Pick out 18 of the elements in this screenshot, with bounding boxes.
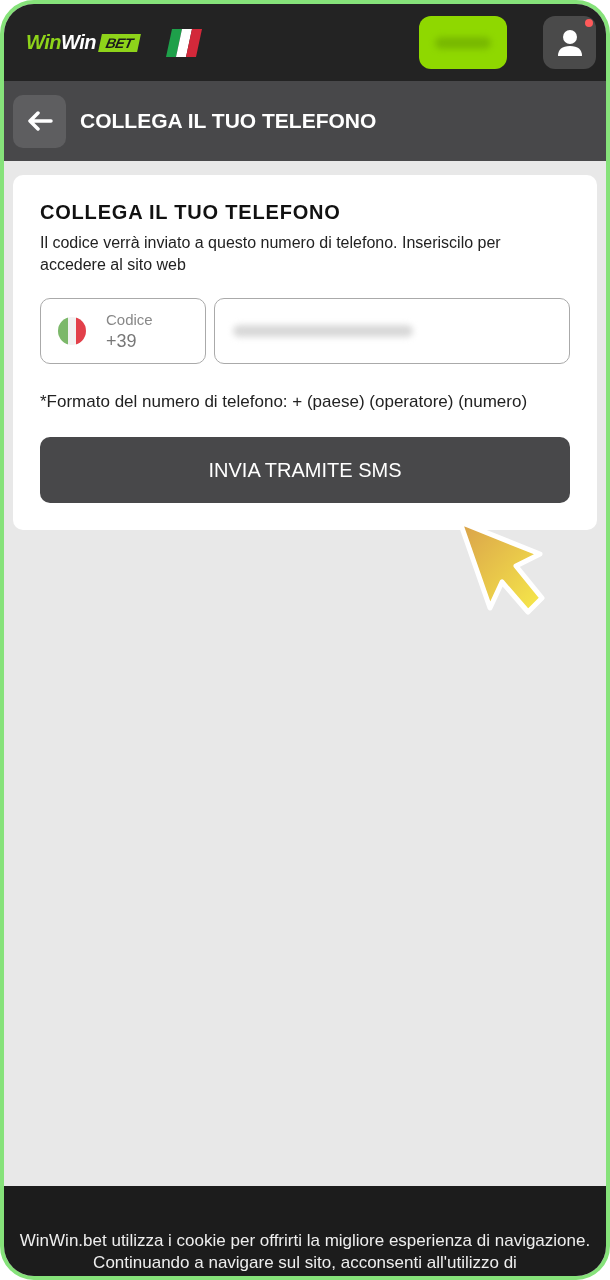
country-code-field[interactable]: Codice +39 [40, 298, 206, 364]
back-arrow-icon [26, 111, 53, 131]
cookie-text: WinWin.bet utilizza i cookie per offrirti la migliore esperienza di navigazione. Continuando a navigare sul sito, acconsenti all'utilizzo di [18, 1230, 592, 1274]
card-title: COLLEGA IL TUO TELEFONO [40, 201, 342, 224]
page-title: COLLEGA IL TUO TELEFONO [80, 109, 377, 133]
profile-button[interactable] [543, 16, 596, 69]
field-value: +39 [106, 330, 138, 352]
balance-button[interactable] [419, 16, 507, 69]
user-icon [556, 28, 583, 57]
flag-icon [164, 28, 205, 57]
description: Il codice verrà inviato a questo numero di telefono. Inseriscilo per accedere al sito web [40, 233, 502, 275]
phone-field[interactable] [214, 298, 570, 364]
back-button[interactable] [13, 94, 66, 148]
logo[interactable]: WinWin BET [26, 31, 139, 54]
send-sms-button[interactable]: INVIA TRAMITE SMS [40, 437, 570, 503]
field-label: Codice [106, 310, 153, 328]
format-hint: *Formato del numero di telefono: + (paese) (operatore) (numero) [40, 391, 529, 413]
flag-icon [58, 317, 86, 345]
